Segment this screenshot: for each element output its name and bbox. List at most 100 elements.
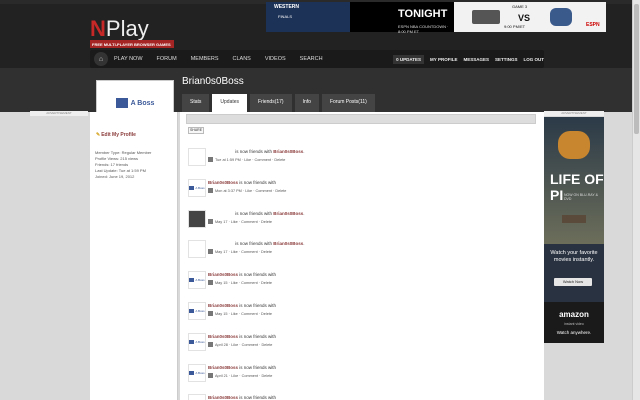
tab-friends[interactable]: Friends(17): [250, 94, 292, 112]
friend-link[interactable]: Brian0s0Boss: [208, 395, 238, 400]
feed-text: Brian0s0Boss is now friends with: [208, 180, 278, 185]
friend-thumbnail[interactable]: A Boss: [188, 179, 206, 197]
comment-link[interactable]: Comment: [241, 281, 257, 285]
comment-link[interactable]: Comment: [241, 250, 257, 254]
nav-clans[interactable]: CLANS: [233, 56, 251, 62]
thumb-text: A Boss: [195, 309, 205, 313]
like-icon: [189, 309, 195, 313]
feed-meta: Tue at 1:59 PM · Like · Comment · Delete: [208, 157, 285, 162]
feed-meta: April 28 · Like · Comment · Delete: [208, 342, 272, 347]
nav-play-now[interactable]: PLAY NOW: [114, 56, 143, 62]
delete-link[interactable]: Delete: [261, 374, 272, 378]
like-link[interactable]: Like: [231, 374, 238, 378]
feed-meta: May 15 · Like · Comment · Delete: [208, 280, 272, 285]
my-profile-link[interactable]: MY PROFILE: [430, 57, 457, 62]
delete-link[interactable]: Delete: [261, 343, 272, 347]
friend-thumbnail[interactable]: [188, 394, 206, 400]
like-link[interactable]: Like: [231, 281, 238, 285]
thumb-text: A Boss: [195, 186, 205, 190]
feed-item: is now friends with Brian0s0Boss. May 17…: [188, 240, 518, 264]
status-input[interactable]: [186, 114, 536, 124]
friend-thumbnail[interactable]: [188, 210, 206, 228]
delete-link[interactable]: Delete: [261, 250, 272, 254]
friend-link[interactable]: Brian0s0Boss: [273, 211, 303, 216]
friend-link[interactable]: Brian0s0Boss: [208, 303, 238, 308]
delete-link[interactable]: Delete: [261, 281, 272, 285]
comment-link[interactable]: Comment: [255, 158, 271, 162]
nav-forum[interactable]: FORUM: [157, 56, 177, 62]
friend-thumbnail[interactable]: A Boss: [188, 333, 206, 351]
scrollbar[interactable]: [632, 0, 640, 400]
friend-link[interactable]: Brian0s0Boss: [273, 241, 303, 246]
comment-link[interactable]: Comment: [256, 189, 272, 193]
banner-time: 9:00 PM/ET: [504, 24, 526, 29]
like-icon: [115, 98, 128, 108]
site-logo[interactable]: NPlay: [90, 16, 149, 42]
tab-stats[interactable]: Stats: [182, 94, 210, 112]
right-ad-label: ADVERTISEMENT: [544, 111, 604, 116]
friend-link[interactable]: Brian0s0Boss: [273, 149, 303, 154]
nav-right: 0 UPDATES MY PROFILE MESSAGES SETTINGS L…: [387, 54, 545, 64]
friend-thumbnail[interactable]: [188, 240, 206, 258]
tab-info[interactable]: Info: [294, 94, 319, 112]
thumb-text: A Boss: [195, 371, 205, 375]
feed-item: A Boss Brian0s0Boss is now friends with …: [188, 333, 518, 357]
friend-thumbnail[interactable]: A Boss: [188, 302, 206, 320]
delete-link[interactable]: Delete: [261, 220, 272, 224]
site-tagline: FREE MULTI-PLAYER BROWSER GAMES: [90, 40, 174, 48]
like-link[interactable]: Like: [231, 250, 238, 254]
friend-thumbnail[interactable]: A Boss: [188, 364, 206, 382]
comment-link[interactable]: Comment: [241, 312, 257, 316]
tab-forum-posts[interactable]: Forum Posts(11): [321, 94, 375, 112]
amazon-logo: amazon: [559, 310, 589, 319]
like-link[interactable]: Like: [231, 220, 238, 224]
user-mini-icon: [208, 280, 213, 285]
friend-link[interactable]: Brian0s0Boss: [208, 334, 238, 339]
like-link[interactable]: Like: [231, 343, 238, 347]
main-nav: ⌂ PLAY NOW FORUM MEMBERS CLANS VIDEOS SE…: [90, 50, 544, 68]
boat-icon: [562, 215, 586, 223]
comment-link[interactable]: Comment: [242, 374, 258, 378]
delete-link[interactable]: Delete: [275, 189, 286, 193]
left-ad-label: ADVERTISEMENT: [30, 111, 88, 116]
tab-updates[interactable]: Updates: [212, 94, 248, 112]
avatar-text: A Boss: [130, 99, 155, 107]
share-button[interactable]: SHARE: [188, 127, 204, 134]
feed-meta: May 17 · Like · Comment · Delete: [208, 249, 272, 254]
edit-profile-link[interactable]: ✎Edit My Profile: [96, 132, 136, 138]
friend-link[interactable]: Brian0s0Boss: [208, 365, 238, 370]
delete-link[interactable]: Delete: [274, 158, 285, 162]
feed-item: is now friends with Brian0s0Boss. May 17…: [188, 210, 518, 234]
updates-button[interactable]: 0 UPDATES: [393, 54, 425, 64]
nav-videos[interactable]: VIDEOS: [265, 56, 286, 62]
nav-search[interactable]: SEARCH: [300, 56, 323, 62]
like-link[interactable]: Like: [244, 158, 251, 162]
messages-link[interactable]: MESSAGES: [463, 57, 489, 62]
friend-thumbnail[interactable]: A Boss: [188, 271, 206, 289]
ad-watch-text: Watch your favorite movies instantly.: [550, 250, 598, 263]
feed-item: A Boss Brian0s0Boss is now friends with …: [188, 302, 518, 326]
pencil-icon: ✎: [96, 132, 101, 138]
feed-meta: May 15 · Like · Comment · Delete: [208, 311, 272, 316]
user-mini-icon: [208, 249, 213, 254]
friend-link[interactable]: Brian0s0Boss: [208, 180, 238, 185]
delete-link[interactable]: Delete: [261, 312, 272, 316]
comment-link[interactable]: Comment: [242, 343, 258, 347]
user-mini-icon: [208, 311, 213, 316]
home-icon[interactable]: ⌂: [94, 52, 108, 66]
like-link[interactable]: Like: [245, 189, 252, 193]
settings-link[interactable]: SETTINGS: [495, 57, 518, 62]
like-icon: [189, 371, 195, 375]
scrollbar-thumb[interactable]: [634, 4, 639, 134]
top-banner-ad[interactable]: WESTERN FINALS TONIGHT ESPN NBA COUNTDOW…: [266, 2, 606, 34]
thumb-text: A Boss: [195, 278, 205, 282]
nav-members[interactable]: MEMBERS: [191, 56, 219, 62]
watch-now-button[interactable]: Watch Now: [554, 278, 592, 286]
log-out-link[interactable]: LOG OUT: [524, 57, 545, 62]
right-ad[interactable]: LIFE OF PI NOW ON BLU-RAY & DVD Watch yo…: [544, 117, 604, 343]
like-link[interactable]: Like: [231, 312, 238, 316]
friend-link[interactable]: Brian0s0Boss: [208, 272, 238, 277]
comment-link[interactable]: Comment: [241, 220, 257, 224]
friend-thumbnail[interactable]: [188, 148, 206, 166]
feed-text: Brian0s0Boss is now friends with: [208, 365, 278, 370]
